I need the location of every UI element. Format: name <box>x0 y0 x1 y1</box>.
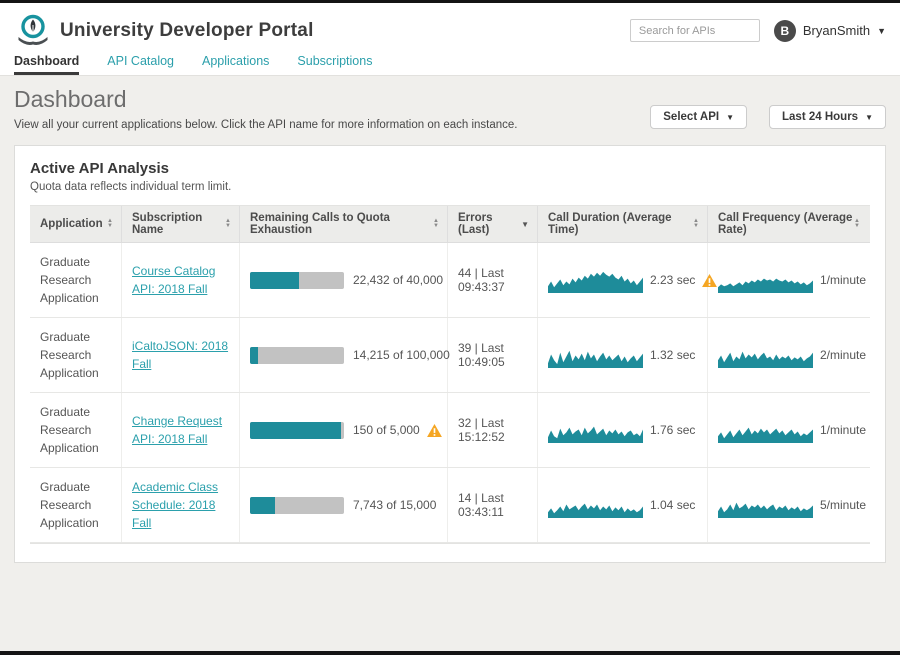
quota-progress-bar <box>250 272 344 289</box>
subscription-link[interactable]: Change Request API: 2018 Fall <box>132 412 233 448</box>
col-header-remaining-calls: Remaining Calls to Quota Exhaustion ▲▼ <box>240 206 448 242</box>
call-duration-value: 1.76 sec <box>650 423 695 437</box>
sort-icon[interactable]: ▲▼ <box>433 219 441 229</box>
quota-progress-bar <box>250 497 344 514</box>
time-range-button[interactable]: Last 24 Hours ▼ <box>769 105 886 129</box>
warning-icon <box>427 424 442 437</box>
col-label: Errors (Last) <box>458 212 521 236</box>
select-api-button[interactable]: Select API ▼ <box>650 105 747 129</box>
quota-progress-fill <box>250 497 275 514</box>
quota-progress-bar <box>250 347 344 364</box>
header: University Developer Portal B BryanSmith… <box>0 3 900 50</box>
col-label: Subscription Name <box>132 212 225 236</box>
call-frequency-sparkline <box>718 418 813 443</box>
api-table: Application ▲▼ Subscription Name ▲▼ Rema… <box>30 205 870 544</box>
call-duration-value: 1.32 sec <box>650 348 695 362</box>
time-range-label: Last 24 Hours <box>782 111 858 123</box>
select-api-label: Select API <box>663 111 719 123</box>
col-label: Call Duration (Average Time) <box>548 212 693 236</box>
call-duration-sparkline <box>548 268 643 293</box>
call-frequency-sparkline <box>718 493 813 518</box>
chevron-down-icon: ▼ <box>877 26 886 36</box>
errors-cell: 39 | Last 10:49:05 <box>448 318 538 392</box>
university-logo-icon <box>14 12 52 50</box>
quota-progress-fill <box>250 422 341 439</box>
nav-applications[interactable]: Applications <box>202 54 269 75</box>
errors-cell: 32 | Last 15:12:52 <box>448 393 538 467</box>
call-duration-sparkline <box>548 418 643 443</box>
page-subtitle: View all your current applications below… <box>14 119 518 131</box>
call-frequency-sparkline <box>718 268 813 293</box>
col-label: Call Frequency (Average Rate) <box>718 212 854 236</box>
nav-subscriptions[interactable]: Subscriptions <box>297 54 372 75</box>
main-nav: Dashboard API Catalog Applications Subsc… <box>0 50 900 76</box>
username: BryanSmith <box>803 23 870 38</box>
col-header-application: Application ▲▼ <box>30 206 122 242</box>
chevron-down-icon: ▼ <box>726 113 734 122</box>
subscription-link[interactable]: Academic Class Schedule: 2018 Fall <box>132 478 233 532</box>
col-label: Application <box>40 218 103 230</box>
quota-remaining-text: 14,215 of 100,000 <box>353 348 450 362</box>
application-cell: Graduate Research Application <box>30 468 122 542</box>
active-api-analysis-panel: Active API Analysis Quota data reflects … <box>14 145 886 563</box>
application-cell: Graduate Research Application <box>30 243 122 317</box>
panel-subtitle: Quota data reflects individual term limi… <box>30 181 870 193</box>
nav-dashboard[interactable]: Dashboard <box>14 54 79 75</box>
quota-progress-fill <box>250 347 258 364</box>
quota-remaining-text: 7,743 of 15,000 <box>353 498 436 512</box>
call-duration-value: 1.04 sec <box>650 498 695 512</box>
call-duration-value: 2.23 sec <box>650 273 695 287</box>
user-menu[interactable]: B BryanSmith ▼ <box>774 20 886 42</box>
sort-icon[interactable]: ▲▼ <box>225 219 233 229</box>
subscription-link[interactable]: Course Catalog API: 2018 Fall <box>132 262 233 298</box>
quota-progress-fill <box>250 272 299 289</box>
portal-title: University Developer Portal <box>60 20 314 42</box>
table-row: Graduate Research Application Course Cat… <box>30 243 870 318</box>
call-duration-sparkline <box>548 493 643 518</box>
col-header-errors: Errors (Last) ▼ <box>448 206 538 242</box>
top-edge-strip <box>0 0 900 3</box>
nav-api-catalog[interactable]: API Catalog <box>107 54 174 75</box>
call-duration-sparkline <box>548 343 643 368</box>
application-cell: Graduate Research Application <box>30 318 122 392</box>
table-row: Graduate Research Application iCaltoJSON… <box>30 318 870 393</box>
col-header-call-frequency: Call Frequency (Average Rate) ▲▼ <box>708 206 868 242</box>
call-frequency-value: 1/minute <box>820 423 866 437</box>
quota-remaining-text: 22,432 of 40,000 <box>353 273 443 287</box>
col-header-subscription: Subscription Name ▲▼ <box>122 206 240 242</box>
sort-icon[interactable]: ▲▼ <box>107 219 115 229</box>
sort-desc-icon[interactable]: ▼ <box>521 220 531 229</box>
call-frequency-sparkline <box>718 343 813 368</box>
errors-cell: 14 | Last 03:43:11 <box>448 468 538 542</box>
call-frequency-value: 2/minute <box>820 348 866 362</box>
table-row: Graduate Research Application Change Req… <box>30 393 870 468</box>
quota-progress-bar <box>250 422 344 439</box>
sort-icon[interactable]: ▲▼ <box>693 219 701 229</box>
avatar: B <box>774 20 796 42</box>
table-row: Graduate Research Application Academic C… <box>30 468 870 543</box>
page-title: Dashboard <box>14 86 518 113</box>
col-label: Remaining Calls to Quota Exhaustion <box>250 212 433 236</box>
bottom-edge-strip <box>0 651 900 655</box>
errors-cell: 44 | Last 09:43:37 <box>448 243 538 317</box>
col-header-call-duration: Call Duration (Average Time) ▲▼ <box>538 206 708 242</box>
application-cell: Graduate Research Application <box>30 393 122 467</box>
chevron-down-icon: ▼ <box>865 113 873 122</box>
call-frequency-value: 5/minute <box>820 498 866 512</box>
table-header-row: Application ▲▼ Subscription Name ▲▼ Rema… <box>30 206 870 243</box>
sort-icon[interactable]: ▲▼ <box>854 219 862 229</box>
search-input[interactable] <box>630 19 760 42</box>
panel-title: Active API Analysis <box>30 160 870 177</box>
page-header: Dashboard View all your current applicat… <box>0 76 900 135</box>
call-frequency-value: 1/minute <box>820 273 866 287</box>
app-window: University Developer Portal B BryanSmith… <box>0 0 900 655</box>
subscription-link[interactable]: iCaltoJSON: 2018 Fall <box>132 337 233 373</box>
quota-remaining-text: 150 of 5,000 <box>353 423 420 437</box>
